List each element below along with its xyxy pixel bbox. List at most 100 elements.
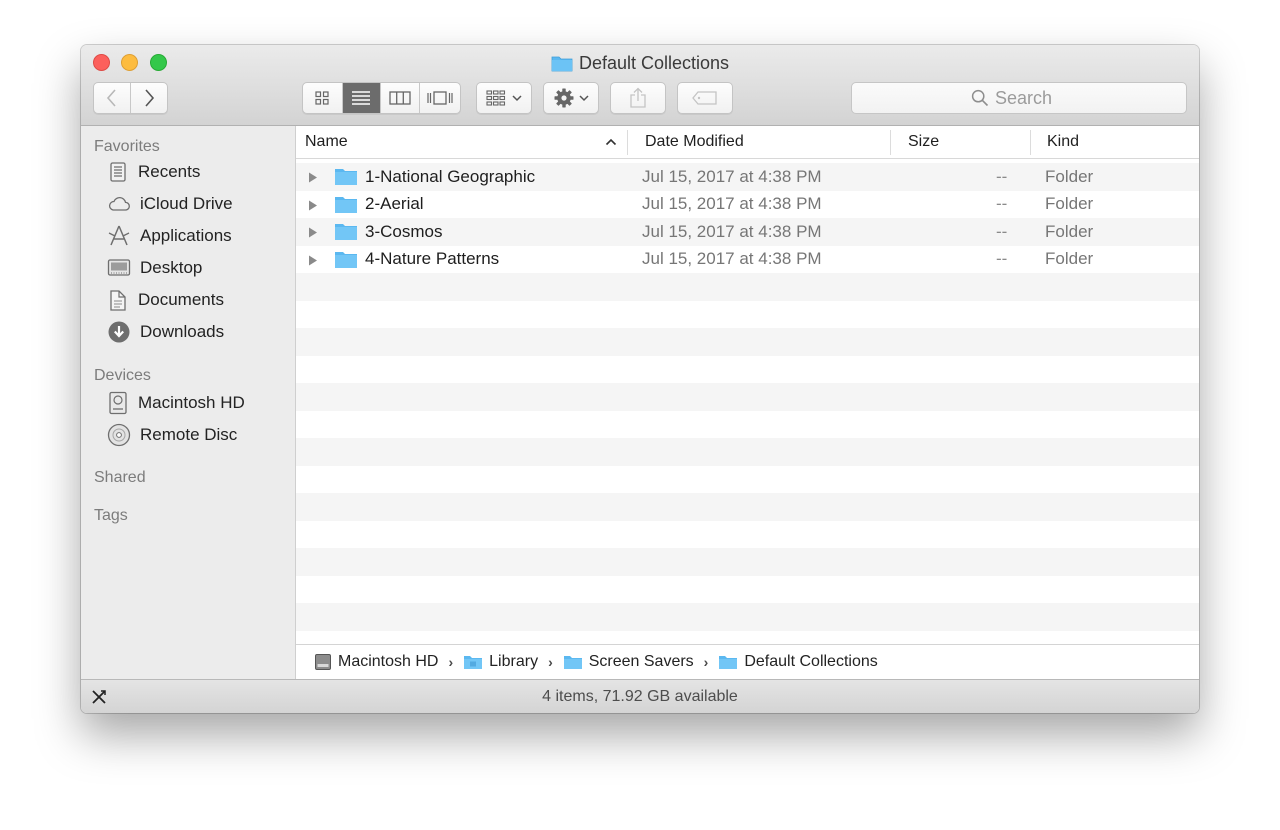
folder-icon: [335, 224, 357, 241]
table-row[interactable]: 4-Nature Patterns Jul 15, 2017 at 4:38 P…: [296, 246, 1199, 274]
sidebar-item-applications[interactable]: Applications: [107, 223, 287, 249]
grid-arrange-icon: [486, 90, 506, 106]
empty-row: [296, 631, 1199, 645]
folder-icon: [464, 656, 483, 669]
folder-icon: [551, 56, 573, 72]
sidebar-item-documents[interactable]: Documents: [107, 287, 287, 313]
column-kind[interactable]: Kind: [1047, 126, 1187, 158]
downloads-icon: [108, 321, 130, 343]
empty-row: [296, 438, 1199, 466]
column-name-label: Name: [305, 133, 348, 150]
path-separator-icon: ›: [703, 654, 709, 670]
file-name: 1-National Geographic: [365, 166, 536, 186]
file-size: --: [996, 221, 1008, 241]
table-row[interactable]: 3-Cosmos Jul 15, 2017 at 4:38 PM -- Fold…: [296, 218, 1199, 246]
table-row[interactable]: 1-National Geographic Jul 15, 2017 at 4:…: [296, 163, 1199, 191]
column-divider[interactable]: [890, 130, 891, 155]
disc-icon: [107, 423, 131, 447]
disclosure-triangle-icon[interactable]: [308, 227, 318, 238]
navigation-buttons: [93, 82, 168, 114]
file-name: 3-Cosmos: [365, 221, 443, 241]
column-header: Name Date Modified Size Kind: [296, 126, 1199, 159]
desktop-icon: [107, 259, 131, 276]
file-kind: Folder: [1045, 221, 1094, 241]
folder-icon: [335, 196, 357, 213]
file-kind: Folder: [1045, 249, 1094, 269]
sidebar-item-desktop[interactable]: Desktop: [107, 255, 287, 281]
column-divider[interactable]: [627, 130, 628, 155]
recents-icon: [110, 162, 126, 182]
icon-view-button[interactable]: [303, 83, 343, 113]
sidebar-item-macintosh-hd[interactable]: Macintosh HD: [107, 390, 287, 416]
gear-icon: [554, 88, 573, 108]
empty-row: [296, 411, 1199, 439]
sidebar-item-label: Desktop: [140, 258, 203, 277]
edit-tags-button[interactable]: [677, 82, 733, 114]
file-name-cell: 2-Aerial: [334, 191, 424, 219]
file-date: Jul 15, 2017 at 4:38 PM: [642, 221, 822, 241]
empty-row: [296, 301, 1199, 329]
cover-flow-icon: [427, 91, 453, 105]
applications-icon: [108, 225, 130, 246]
file-name-cell: 1-National Geographic: [334, 163, 535, 191]
cover-flow-view-button[interactable]: [420, 83, 460, 113]
share-icon: [630, 87, 646, 108]
shared-heading[interactable]: Shared: [94, 469, 146, 487]
sidebar-item-label: Remote Disc: [140, 425, 238, 444]
sidebar-item-recents[interactable]: Recents: [107, 159, 287, 185]
empty-row: [296, 273, 1199, 301]
disclosure-triangle-icon[interactable]: [308, 200, 318, 211]
empty-row: [296, 576, 1199, 604]
back-button[interactable]: [94, 83, 131, 113]
sidebar-item-downloads[interactable]: Downloads: [107, 319, 287, 345]
sidebar-item-label: Applications: [140, 226, 232, 245]
path-item-macintosh-hd[interactable]: Macintosh HD: [338, 653, 438, 671]
sidebar-item-remote-disc[interactable]: Remote Disc: [107, 422, 287, 448]
list-view-icon: [352, 91, 371, 105]
file-date: Jul 15, 2017 at 4:38 PM: [642, 194, 822, 214]
empty-row: [296, 548, 1199, 576]
column-size[interactable]: Size: [908, 126, 1028, 158]
table-row[interactable]: 2-Aerial Jul 15, 2017 at 4:38 PM -- Fold…: [296, 191, 1199, 219]
empty-row: [296, 493, 1199, 521]
column-view-button[interactable]: [381, 83, 420, 113]
cloud-icon: [108, 196, 130, 211]
path-separator-icon: ›: [448, 654, 454, 670]
disclosure-triangle-icon[interactable]: [308, 172, 318, 183]
disclosure-triangle-icon[interactable]: [308, 255, 318, 266]
devices-heading: Devices: [94, 367, 151, 384]
window-title: Default Collections: [578, 52, 730, 73]
path-bar: Macintosh HD › Library › Screen Savers ›…: [296, 644, 1199, 679]
column-name[interactable]: Name: [305, 126, 625, 158]
empty-row: [296, 383, 1199, 411]
empty-row: [296, 603, 1199, 631]
sidebar-item-icloud-drive[interactable]: iCloud Drive: [107, 191, 287, 217]
file-date: Jul 15, 2017 at 4:38 PM: [642, 166, 822, 186]
folder-icon: [335, 251, 357, 268]
tags-heading[interactable]: Tags: [94, 507, 128, 525]
empty-row: [296, 521, 1199, 549]
path-item-library[interactable]: Library: [489, 653, 538, 671]
file-size: --: [996, 166, 1008, 186]
share-button[interactable]: [610, 82, 666, 114]
path-item-default-collections[interactable]: Default Collections: [744, 653, 877, 671]
path-item-screen-savers[interactable]: Screen Savers: [589, 653, 694, 671]
file-date: Jul 15, 2017 at 4:38 PM: [642, 249, 822, 269]
empty-row: [296, 356, 1199, 384]
chevron-left-icon: [106, 89, 116, 107]
list-view-button[interactable]: [342, 83, 382, 113]
chevron-right-icon: [145, 89, 154, 107]
file-name: 4-Nature Patterns: [365, 249, 500, 269]
search-input[interactable]: [995, 87, 1067, 109]
sort-ascending-icon: [605, 138, 617, 146]
column-kind-label: Kind: [1047, 133, 1080, 150]
documents-icon: [110, 290, 126, 311]
action-button[interactable]: [543, 82, 599, 114]
forward-button[interactable]: [131, 83, 168, 113]
icon-view-icon: [315, 91, 329, 105]
group-by-button[interactable]: [476, 82, 532, 114]
search-field[interactable]: [851, 82, 1187, 114]
favorites-heading: Favorites: [94, 138, 160, 155]
column-date-modified[interactable]: Date Modified: [645, 126, 885, 158]
column-divider[interactable]: [1030, 130, 1031, 155]
